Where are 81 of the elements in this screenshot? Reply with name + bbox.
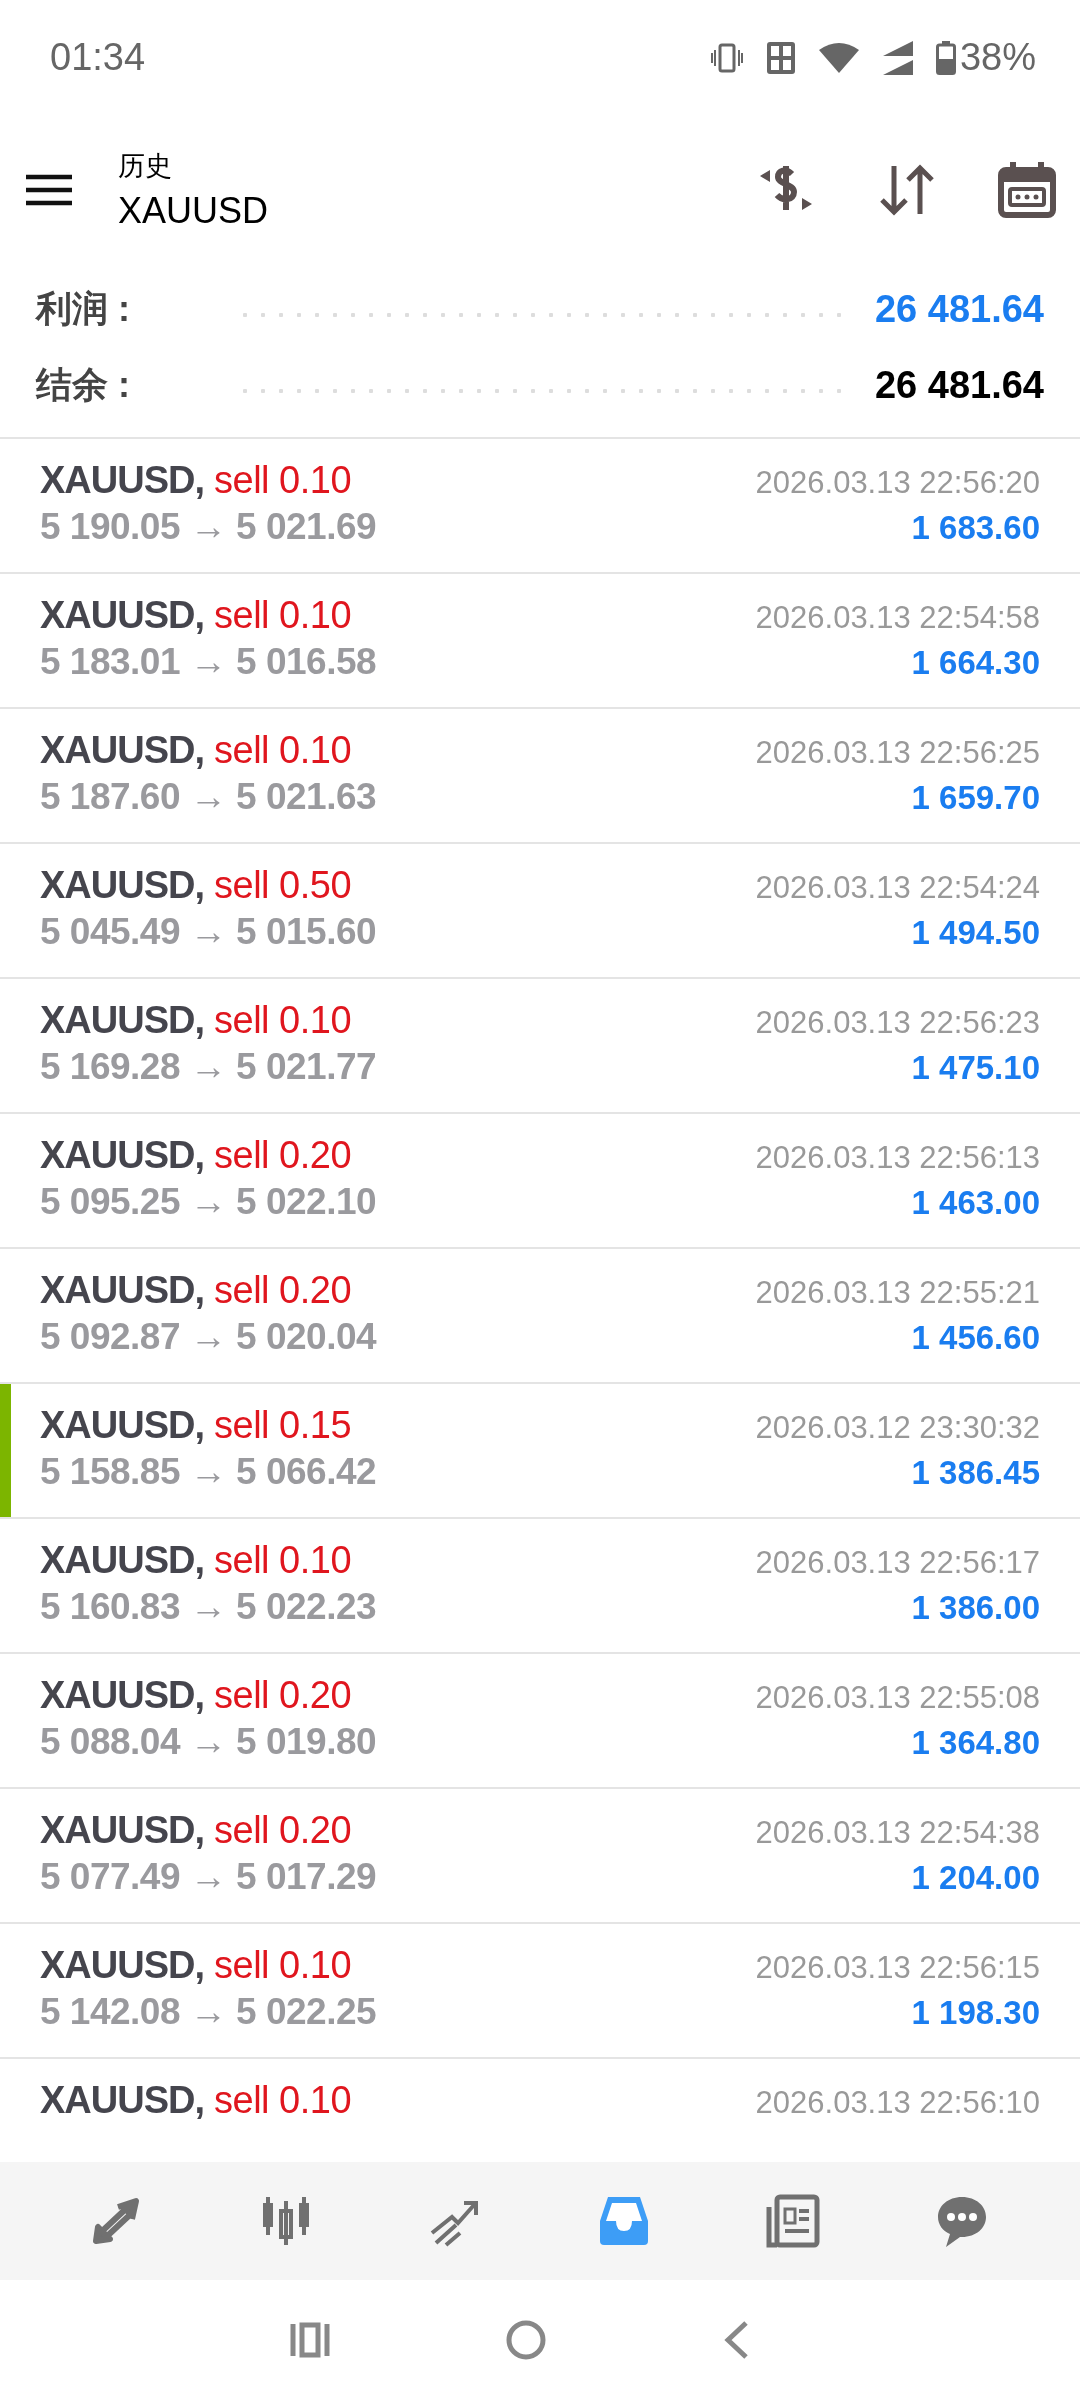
deal-time: 2026.03.13 22:55:21 [755,1275,1040,1311]
deal-time: 2026.03.13 22:56:17 [755,1545,1040,1581]
order-side-label: sell 0.20 [214,1269,352,1312]
profit-value: 1 475.10 [911,1049,1040,1087]
price-change: 5 160.83 → 5 022.23 [40,1586,377,1628]
menu-icon[interactable] [26,174,72,206]
symbol-label: XAUUSD, [40,729,205,772]
calendar-button[interactable] [998,162,1056,218]
symbol-label: XAUUSD, [40,864,205,907]
order-side-label: sell 0.10 [214,2079,352,2122]
symbol-label: XAUUSD, [40,1944,205,1987]
price-change: 5 045.49 → 5 015.60 [40,911,377,953]
wifi-icon [817,41,860,74]
deal-time: 2026.03.13 22:56:23 [755,1005,1040,1041]
order-side-label: sell 0.20 [214,1134,352,1177]
symbol-label: XAUUSD, [40,1404,205,1447]
home-icon[interactable] [506,2320,546,2360]
price-change: 5 190.05 → 5 021.69 [40,506,377,548]
symbol-label: XAUUSD, [40,1809,205,1852]
symbol-label: XAUUSD, [40,999,205,1042]
profit-value: 1 386.45 [911,1454,1040,1492]
symbol-label: XAUUSD, [40,594,205,637]
symbol-label: XAUUSD, [40,459,205,502]
deal-time: 2026.03.13 22:56:13 [755,1140,1040,1176]
symbol-label: XAUUSD, [40,1674,205,1717]
price-change: 5 092.87 → 5 020.04 [40,1316,377,1358]
profit-value: 1 364.80 [911,1724,1040,1762]
order-side-label: sell 0.10 [214,459,352,502]
profit-value: 1 198.30 [911,1994,1040,2032]
price-change: 5 088.04 → 5 019.80 [40,1721,377,1763]
battery-icon [935,40,956,75]
price-change: 5 142.08 → 5 022.25 [40,1991,377,2033]
screen-subtitle: 历史 [118,150,173,183]
order-side-label: sell 0.20 [214,1674,352,1717]
profit-value: 1 204.00 [911,1859,1040,1897]
summary-value: 26 481.64 [874,363,1044,407]
symbol-label: XAUUSD, [40,1269,205,1312]
price-change: 5 169.28 → 5 021.77 [40,1046,377,1088]
profit-value: 1 664.30 [911,644,1040,682]
order-side-label: sell 0.10 [214,1539,352,1582]
profit-value: 1 683.60 [911,509,1040,547]
sim-icon [765,40,796,75]
symbol-label: XAUUSD, [40,1539,205,1582]
deal-time: 2026.03.13 22:56:10 [755,2085,1040,2121]
order-side-label: sell 0.20 [214,1809,352,1852]
deal-time: 2026.03.13 22:55:08 [755,1680,1040,1716]
deal-time: 2026.03.13 22:56:25 [755,735,1040,771]
deal-time: 2026.03.13 22:54:38 [755,1815,1040,1851]
summary-value: 26 481.64 [874,287,1044,331]
profit-value: 1 659.70 [911,779,1040,817]
summary-label: 利润 : [36,286,131,331]
price-change: 5 077.49 → 5 017.29 [40,1856,377,1898]
summary-label: 结余 : [36,362,131,407]
order-side-label: sell 0.10 [214,999,352,1042]
clock: 01:34 [50,36,147,79]
deal-time: 2026.03.13 22:54:24 [755,870,1040,906]
price-change: 5 187.60 → 5 021.63 [40,776,377,818]
price-change: 5 183.01 → 5 016.58 [40,641,377,683]
profit-value: 1 386.00 [911,1589,1040,1627]
order-side-label: sell 0.50 [214,864,352,907]
deal-time: 2026.03.13 22:54:58 [755,600,1040,636]
battery-level: 38% [959,36,1036,79]
order-side-label: sell 0.10 [214,1944,352,1987]
price-change: 5 095.25 → 5 022.10 [40,1181,377,1223]
signal-icon [881,39,914,76]
back-icon[interactable] [722,2320,750,2360]
deal-time: 2026.03.13 22:56:20 [755,465,1040,501]
deal-time: 2026.03.12 23:30:32 [755,1410,1040,1446]
symbol-label: XAUUSD, [40,1134,205,1177]
order-side-label: sell 0.10 [214,594,352,637]
profit-value: 1 463.00 [911,1184,1040,1222]
order-side-label: sell 0.15 [214,1404,352,1447]
deal-time: 2026.03.13 22:56:15 [755,1950,1040,1986]
order-side-label: sell 0.10 [214,729,352,772]
recent-apps-icon[interactable] [290,2322,330,2358]
price-change: 5 158.85 → 5 066.42 [40,1451,377,1493]
sort-button[interactable] [878,164,936,216]
profit-value: 1 494.50 [911,914,1040,952]
screen-title: XAUUSD [118,190,270,232]
profit-value: 1 456.60 [911,1319,1040,1357]
symbol-label: XAUUSD, [40,2079,205,2122]
